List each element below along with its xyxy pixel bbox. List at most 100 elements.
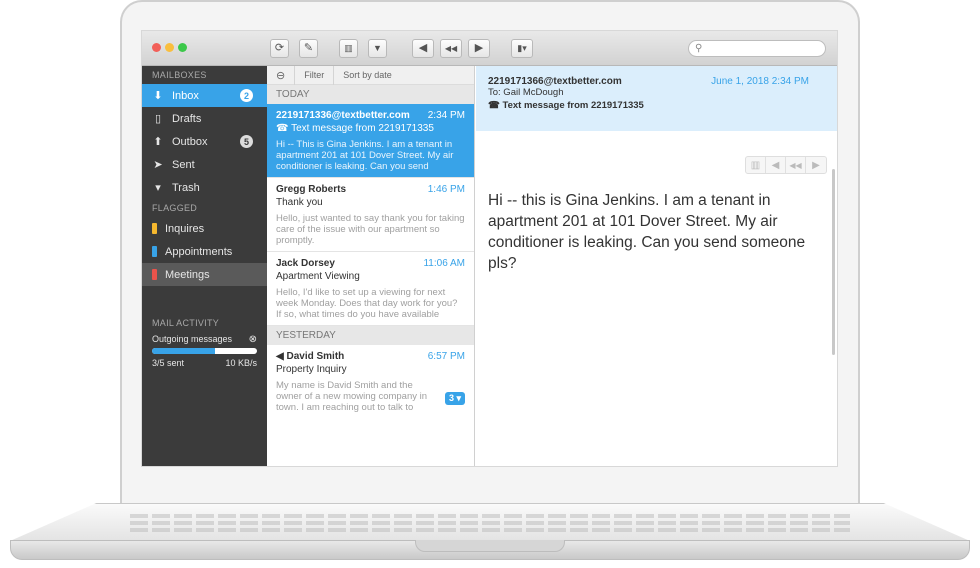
message-subject: Apartment Viewing	[276, 271, 360, 282]
sidebar-item-inquires[interactable]: Inquires	[142, 217, 267, 240]
sidebar-item-label: Sent	[172, 158, 195, 171]
reply-all-icon[interactable]: ◀◀	[786, 157, 806, 173]
reader-subject: ☎ Text message from 2219171335	[488, 100, 829, 111]
refresh-icon: ⟳	[274, 42, 285, 54]
document-icon: ▯	[154, 113, 162, 125]
trash-icon[interactable]: ▥	[746, 157, 766, 173]
trash-icon: ▥	[344, 43, 353, 53]
flag-button[interactable]: ▮▾	[511, 39, 533, 58]
sidebar-item-label: Inquires	[165, 222, 205, 235]
message-subject: ☎ Text message from 2219171335	[276, 123, 465, 134]
bookmark-icon	[152, 269, 157, 280]
message-time: 2:34 PM	[427, 110, 465, 121]
trash-icon: ▾	[155, 182, 161, 194]
delete-button[interactable]: ▥	[339, 39, 358, 58]
mailboxes-heading: MAILBOXES	[152, 70, 207, 80]
junk-button[interactable]: ▼	[368, 39, 387, 58]
message-subject: Thank you	[276, 197, 323, 208]
activity-label: Outgoing messages	[152, 334, 233, 344]
outbox-icon: ⬆	[153, 136, 163, 148]
traffic-lights	[152, 43, 187, 52]
reader-to: To: Gail McDough	[488, 87, 564, 98]
message-time: 11:06 AM	[423, 258, 465, 269]
inbox-icon: ⬇	[153, 90, 163, 102]
phone-icon: ☎	[276, 123, 292, 134]
activity-stats: 3/5 sent 10 KB/s	[142, 356, 267, 370]
group-header-yesterday: YESTERDAY	[267, 326, 474, 345]
message-preview: My name is David Smith and the owner of …	[276, 380, 428, 413]
zoom-light[interactable]	[178, 43, 187, 52]
list-toolbar: ⊖ Filter Sort by date	[267, 65, 474, 85]
sidebar-item-label: Trash	[172, 181, 200, 194]
sort-button[interactable]: Sort by date	[334, 66, 401, 85]
forward-button[interactable]: ▶	[468, 39, 490, 58]
list-item[interactable]: Gregg Roberts 1:46 PM Thank you Hello, j…	[267, 178, 474, 252]
progress-fill	[152, 348, 215, 354]
activity-heading: MAIL ACTIVITY	[152, 318, 220, 328]
sidebar-item-meetings[interactable]: Meetings	[142, 263, 267, 286]
mail-activity: MAIL ACTIVITY Outgoing messages ⊗ 3/5 se…	[142, 314, 267, 370]
compose-icon: ✎	[303, 42, 314, 54]
message-preview: Hello, I'd like to set up a viewing for …	[276, 287, 458, 320]
message-preview: Hi -- This is Gina Jenkins. I am a tenan…	[276, 139, 454, 172]
sidebar: MAILBOXES ⬇ Inbox 2 ▯ Drafts ⬆ Outbox 5 …	[142, 66, 267, 466]
close-light[interactable]	[152, 43, 161, 52]
reader-date: June 1, 2018 2:34 PM	[711, 76, 809, 87]
reply-all-button[interactable]: ◀◀	[440, 39, 462, 58]
minimize-light[interactable]	[165, 43, 174, 52]
sidebar-item-label: Meetings	[165, 268, 210, 281]
search-input[interactable]	[706, 43, 817, 54]
search-field[interactable]: ⚲	[688, 40, 826, 57]
sidebar-item-inbox[interactable]: ⬇ Inbox 2	[142, 84, 267, 107]
reply-icon: ◀	[418, 42, 428, 54]
sidebar-item-sent[interactable]: ➤ Sent	[142, 153, 267, 176]
thumbs-down-icon: ▼	[373, 43, 382, 53]
message-body: Hi -- this is Gina Jenkins. I am a tenan…	[488, 192, 806, 272]
thread-count-badge[interactable]: 3 ▾	[444, 392, 465, 405]
message-preview: Hello, just wanted to say thank you for …	[276, 213, 465, 246]
reading-pane: 2219171366@textbetter.com June 1, 2018 2…	[476, 66, 837, 466]
sidebar-item-outbox[interactable]: ⬆ Outbox 5	[142, 130, 267, 153]
paper-plane-icon: ➤	[153, 159, 163, 171]
forward-icon[interactable]: ▶	[806, 157, 826, 173]
group-header-today: TODAY	[267, 85, 474, 104]
search-icon: ⚲	[695, 43, 703, 54]
sidebar-item-label: Inbox	[172, 89, 199, 102]
message-from-text: David Smith	[286, 351, 345, 362]
message-header: 2219171366@textbetter.com June 1, 2018 2…	[476, 66, 837, 131]
back-icon[interactable]: ⊖	[267, 65, 296, 85]
outgoing-progress	[152, 348, 257, 354]
message-time: 6:57 PM	[427, 351, 465, 362]
reply-icon[interactable]: ◀	[766, 157, 786, 173]
activity-row: Outgoing messages ⊗	[142, 332, 267, 346]
list-item[interactable]: 2219171336@textbetter.com 2:34 PM ☎ Text…	[267, 104, 474, 178]
sidebar-item-trash[interactable]: ▾ Trash	[142, 176, 267, 199]
flagged-heading: FLAGGED	[152, 203, 198, 213]
laptop-base	[10, 503, 970, 563]
sent-count: 3/5 sent	[152, 358, 185, 368]
forward-icon: ▶	[474, 42, 484, 54]
refresh-button[interactable]: ⟳	[270, 39, 289, 58]
list-item[interactable]: ◀ David Smith 6:57 PM Property Inquiry M…	[267, 345, 474, 418]
message-actions: ▥ ◀ ◀◀ ▶	[745, 156, 827, 174]
app-window: ⟳ ✎ ▥ ▼ ◀ ◀◀ ▶ ▮▾ ⚲ MAILBOXES ⬇ Inbox 2 …	[141, 30, 838, 467]
unread-badge: 2	[240, 89, 253, 102]
transfer-rate: 10 KB/s	[225, 358, 257, 368]
sidebar-item-appointments[interactable]: Appointments	[142, 240, 267, 263]
bookmark-icon: ▮▾	[517, 43, 527, 53]
filter-button[interactable]: Filter	[295, 65, 335, 85]
message-subject-text: Text message from 2219171335	[291, 123, 434, 134]
message-list: ⊖ Filter Sort by date TODAY 2219171336@t…	[267, 65, 475, 466]
reader-subject-text: Text message from 2219171335	[502, 100, 644, 111]
stop-icon[interactable]: ⊗	[249, 334, 257, 345]
message-subject: Property Inquiry	[276, 364, 347, 375]
reply-button[interactable]: ◀	[412, 39, 434, 58]
bookmark-icon	[152, 246, 157, 257]
sidebar-item-drafts[interactable]: ▯ Drafts	[142, 107, 267, 130]
sidebar-item-label: Drafts	[172, 112, 202, 125]
list-item[interactable]: Jack Dorsey 11:06 AM Apartment Viewing H…	[267, 252, 474, 326]
compose-button[interactable]: ✎	[299, 39, 318, 58]
scrollbar[interactable]	[832, 169, 835, 355]
message-time: 1:46 PM	[427, 184, 465, 195]
outbox-badge: 5	[240, 135, 253, 148]
